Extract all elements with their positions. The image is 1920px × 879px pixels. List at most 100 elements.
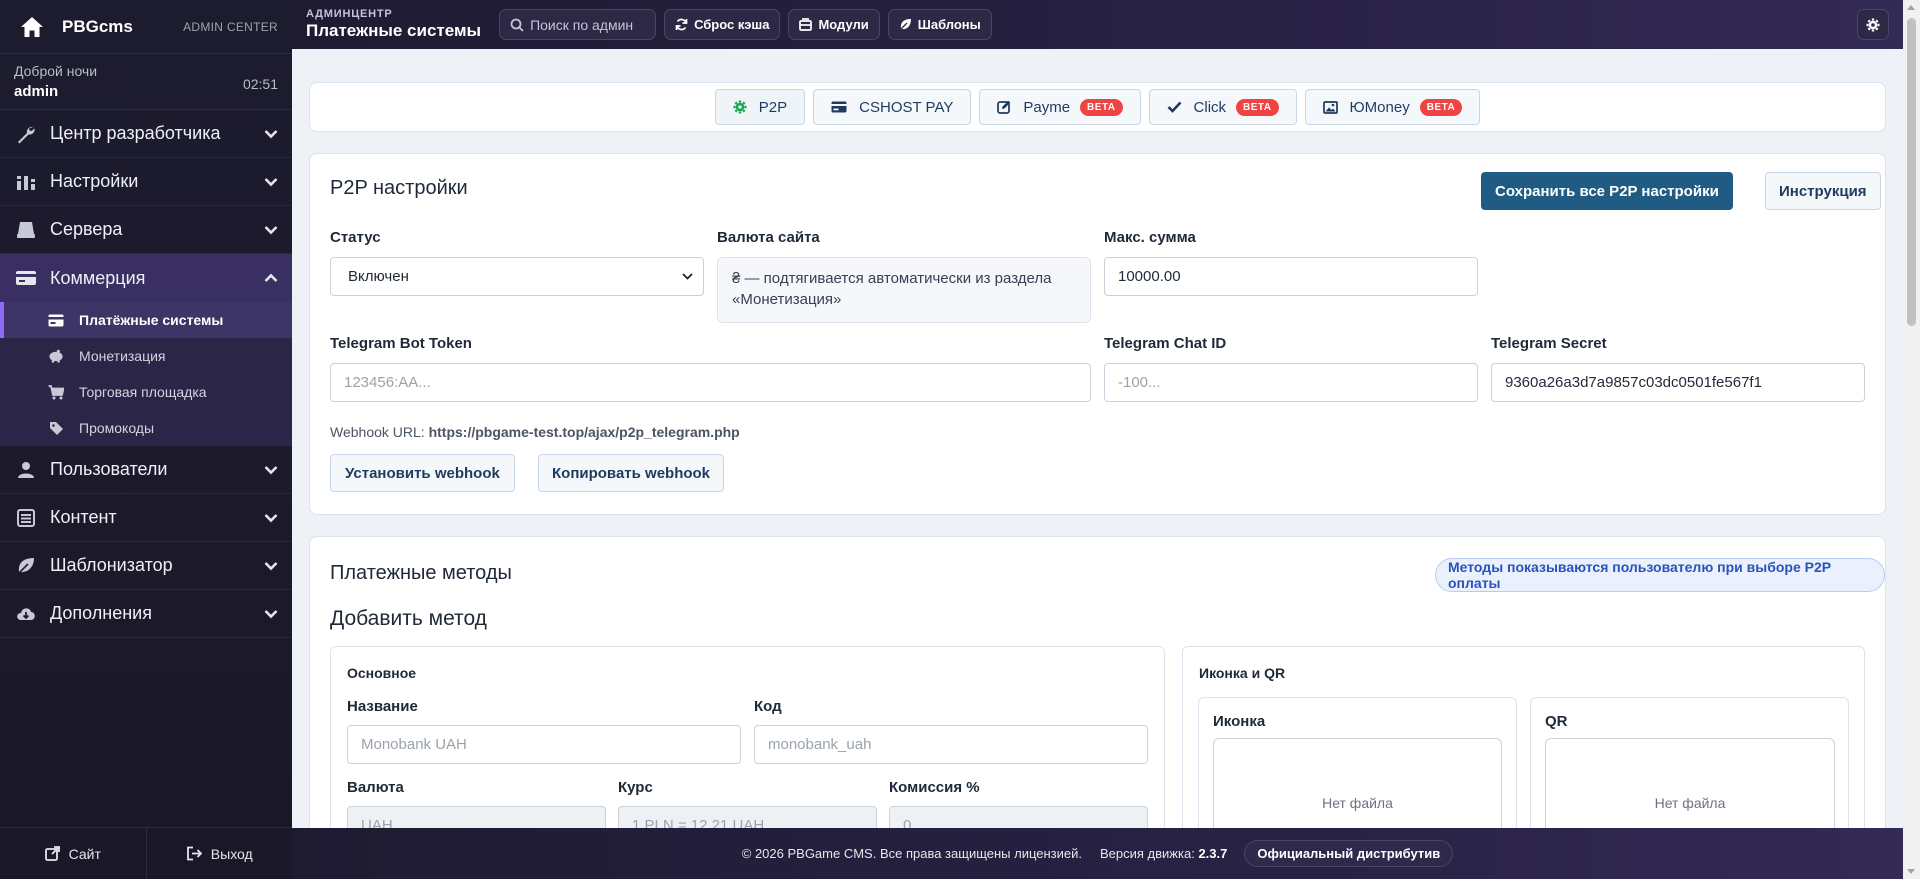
logout-label: Выход xyxy=(210,845,253,862)
piggy-bank-icon xyxy=(48,348,64,364)
method-name-label: Название xyxy=(347,698,418,715)
user-icon xyxy=(14,458,38,482)
scroll-down-arrow[interactable] xyxy=(1907,869,1915,874)
webhook-url-value: https://pbgame-test.top/ajax/p2p_telegra… xyxy=(428,424,740,440)
nav-item-content[interactable]: Контент xyxy=(0,494,292,542)
clock: 02:51 xyxy=(242,76,278,92)
icon-label: Иконка xyxy=(1213,713,1266,730)
method-rate-input[interactable]: 1 PLN = 12.21 UAH xyxy=(618,806,877,828)
server-icon xyxy=(14,218,38,242)
method-fee-label: Комиссия % xyxy=(889,779,980,796)
scroll-up-arrow[interactable] xyxy=(1907,5,1915,10)
search-icon xyxy=(510,18,530,32)
chevron-up-icon xyxy=(264,273,278,283)
sub-item-label: Монетизация xyxy=(79,348,166,364)
method-name-input[interactable]: Monobank UAH xyxy=(347,725,741,764)
p2p-settings-title: P2P настройки xyxy=(330,177,468,199)
site-link[interactable]: Сайт xyxy=(0,828,146,879)
clear-cache-button[interactable]: Сброс кэша xyxy=(664,9,781,40)
sidebar-item-monetization[interactable]: Монетизация xyxy=(0,338,292,374)
tab-yoomoney[interactable]: ЮMoney BETA xyxy=(1304,89,1481,125)
tab-label: CSHOST PAY xyxy=(859,98,954,116)
nav-item-servers[interactable]: Сервера xyxy=(0,206,292,254)
method-currency-input[interactable]: UAH xyxy=(347,806,606,828)
bot-token-input[interactable]: 123456:AA... xyxy=(330,363,1091,402)
logout-button[interactable]: Выход xyxy=(145,828,293,879)
qr-label: QR xyxy=(1545,713,1568,730)
instruction-button[interactable]: Инструкция xyxy=(1765,172,1881,210)
tag-icon xyxy=(48,420,64,436)
set-webhook-button[interactable]: Установить webhook xyxy=(330,454,515,492)
status-label: Статус xyxy=(330,229,381,246)
main-content: P2P CSHOST PAY Payme BETA Click BETA ЮMo… xyxy=(292,49,1903,828)
nav-item-templater[interactable]: Шаблонизатор xyxy=(0,542,292,590)
sidebar-item-marketplace[interactable]: Торговая площадка xyxy=(0,374,292,410)
method-code-input[interactable]: monobank_uah xyxy=(754,725,1148,764)
search-input[interactable]: Поиск по админ xyxy=(499,9,657,40)
bot-token-label: Telegram Bot Token xyxy=(330,335,472,352)
official-distribution-badge[interactable]: Официальный дистрибутив xyxy=(1244,840,1454,867)
nav-item-users[interactable]: Пользователи xyxy=(0,446,292,494)
basic-section: Основное Название Monobank UAH Код monob… xyxy=(330,646,1165,828)
nav-item-label: Центр разработчика xyxy=(50,123,221,143)
tab-payme[interactable]: Payme BETA xyxy=(979,89,1141,125)
modules-button[interactable]: Модули xyxy=(788,9,880,40)
refresh-icon xyxy=(675,18,694,31)
copyright: © 2026 PBGame CMS. Все права защищены ли… xyxy=(741,846,1082,861)
sidebar: PBGcms ADMIN CENTER Доброй ночи admin 02… xyxy=(0,0,292,879)
chevron-down-icon xyxy=(264,513,278,523)
card-icon xyxy=(48,312,64,328)
method-rate-label: Курс xyxy=(618,779,653,796)
brand-logo[interactable]: PBGcms xyxy=(62,17,133,37)
nav-item-commerce[interactable]: Коммерция xyxy=(0,254,292,302)
currency-info: ₴ — подтягивается автоматически из разде… xyxy=(717,257,1091,323)
home-icon[interactable] xyxy=(14,9,50,45)
leaf-icon xyxy=(898,18,918,31)
nav-item-addons[interactable]: Дополнения xyxy=(0,590,292,638)
sidebar-item-payment-systems[interactable]: Платёжные системы xyxy=(0,302,292,338)
chevron-down-icon xyxy=(264,177,278,187)
nav-item-label: Сервера xyxy=(50,219,123,239)
payment-methods-card: Платежные методы Методы показываются пол… xyxy=(309,536,1886,828)
logout-icon xyxy=(186,846,211,861)
tab-click[interactable]: Click BETA xyxy=(1148,89,1297,125)
save-p2p-button[interactable]: Сохранить все P2P настройки xyxy=(1481,172,1733,210)
image-icon xyxy=(1322,100,1350,114)
nav-item-label: Коммерция xyxy=(50,267,146,288)
nav-item-settings[interactable]: Настройки xyxy=(0,158,292,206)
icon-qr-section: Иконка и QR Иконка Нет файла QR Нет файл… xyxy=(1182,646,1865,828)
sub-item-label: Промокоды xyxy=(79,420,155,436)
qr-dropzone[interactable]: Нет файла xyxy=(1545,738,1835,828)
chevron-down-icon xyxy=(682,273,693,280)
chevron-down-icon xyxy=(264,129,278,139)
settings-button[interactable] xyxy=(1857,9,1889,40)
engine-version: Версия движка: 2.3.7 xyxy=(1100,846,1227,861)
version-number: 2.3.7 xyxy=(1198,846,1228,861)
sidebar-item-promocodes[interactable]: Промокоды xyxy=(0,410,292,446)
methods-info-badge: Методы показываются пользователю при выб… xyxy=(1435,558,1885,592)
templates-label: Шаблоны xyxy=(917,17,981,32)
cart-icon xyxy=(48,384,64,400)
chat-id-input[interactable]: -100... xyxy=(1104,363,1478,402)
icon-dropzone[interactable]: Нет файла xyxy=(1213,738,1502,828)
tab-p2p[interactable]: P2P xyxy=(714,89,806,125)
copy-webhook-button[interactable]: Копировать webhook xyxy=(538,454,725,492)
modules-label: Модули xyxy=(818,17,869,32)
status-value: Включен xyxy=(348,268,409,285)
status-select[interactable]: Включен xyxy=(330,257,704,296)
commerce-submenu: Платёжные системы Монетизация Торговая п… xyxy=(0,302,292,446)
max-sum-input[interactable]: 10000.00 xyxy=(1104,257,1478,296)
method-code-label: Код xyxy=(754,698,782,715)
cloud-download-icon xyxy=(14,602,38,626)
tab-cshost-pay[interactable]: CSHOST PAY xyxy=(813,89,972,125)
topbar: АДМИНЦЕНТР Платежные системы Поиск по ад… xyxy=(292,0,1903,49)
vertical-scrollbar[interactable] xyxy=(1903,0,1920,879)
beta-badge: BETA xyxy=(1236,98,1279,116)
max-sum-label: Макс. сумма xyxy=(1104,229,1196,246)
method-fee-input[interactable]: 0 xyxy=(889,806,1148,828)
nav-item-developer[interactable]: Центр разработчика xyxy=(0,110,292,158)
scrollbar-thumb[interactable] xyxy=(1907,18,1916,326)
templates-button[interactable]: Шаблоны xyxy=(887,9,992,40)
tab-label: P2P xyxy=(758,98,788,116)
secret-input[interactable]: 9360a26a3d7a9857c03dc0501fe567f1 xyxy=(1491,363,1865,402)
